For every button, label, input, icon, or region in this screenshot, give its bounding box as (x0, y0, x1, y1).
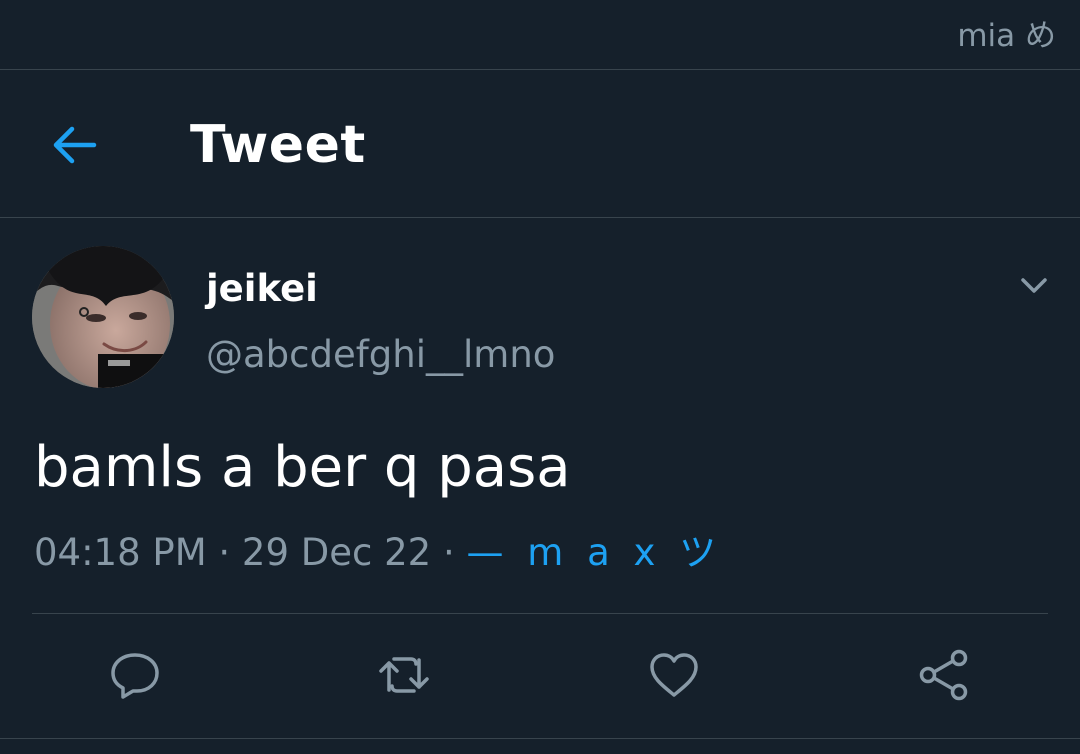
divider (32, 613, 1048, 614)
chevron-down-icon (1021, 278, 1047, 293)
reply-button[interactable] (106, 646, 164, 704)
page-title: Tweet (190, 115, 366, 175)
user-handle[interactable]: @abcdefghi__lmno (206, 330, 555, 380)
tweet-source[interactable]: — m a x ツ (467, 531, 723, 574)
meta-separator: · (218, 531, 231, 574)
like-button[interactable] (645, 646, 703, 704)
avatar-photo (32, 246, 174, 388)
back-button[interactable] (46, 117, 102, 173)
tweet-time: 04:18 PM (34, 531, 207, 574)
display-name[interactable]: jeikei (206, 264, 318, 314)
bottom-divider (0, 738, 1080, 739)
share-button[interactable] (915, 646, 973, 704)
tweet-meta: 04:18 PM · 29 Dec 22 · — m a x ツ (34, 528, 722, 578)
arrow-left-icon (53, 126, 97, 164)
avatar[interactable] (32, 246, 174, 388)
heart-icon (650, 653, 698, 697)
tweet-menu-button[interactable] (1014, 266, 1054, 306)
tweet-text: bamls a ber q pasa (34, 435, 571, 500)
retweet-icon (379, 657, 429, 693)
share-icon (919, 649, 968, 701)
meta-separator: · (442, 531, 455, 574)
header: Tweet (0, 70, 1080, 218)
top-bar: mia め (0, 0, 1080, 70)
retweet-button[interactable] (375, 646, 433, 704)
tweet-detail-page: mia め Tweet jeikei @abcdefghi__lmno baml… (0, 0, 1080, 754)
tweet-date: 29 Dec 22 (241, 531, 432, 574)
account-label: mia め (957, 18, 1056, 54)
comment-icon (111, 653, 159, 699)
